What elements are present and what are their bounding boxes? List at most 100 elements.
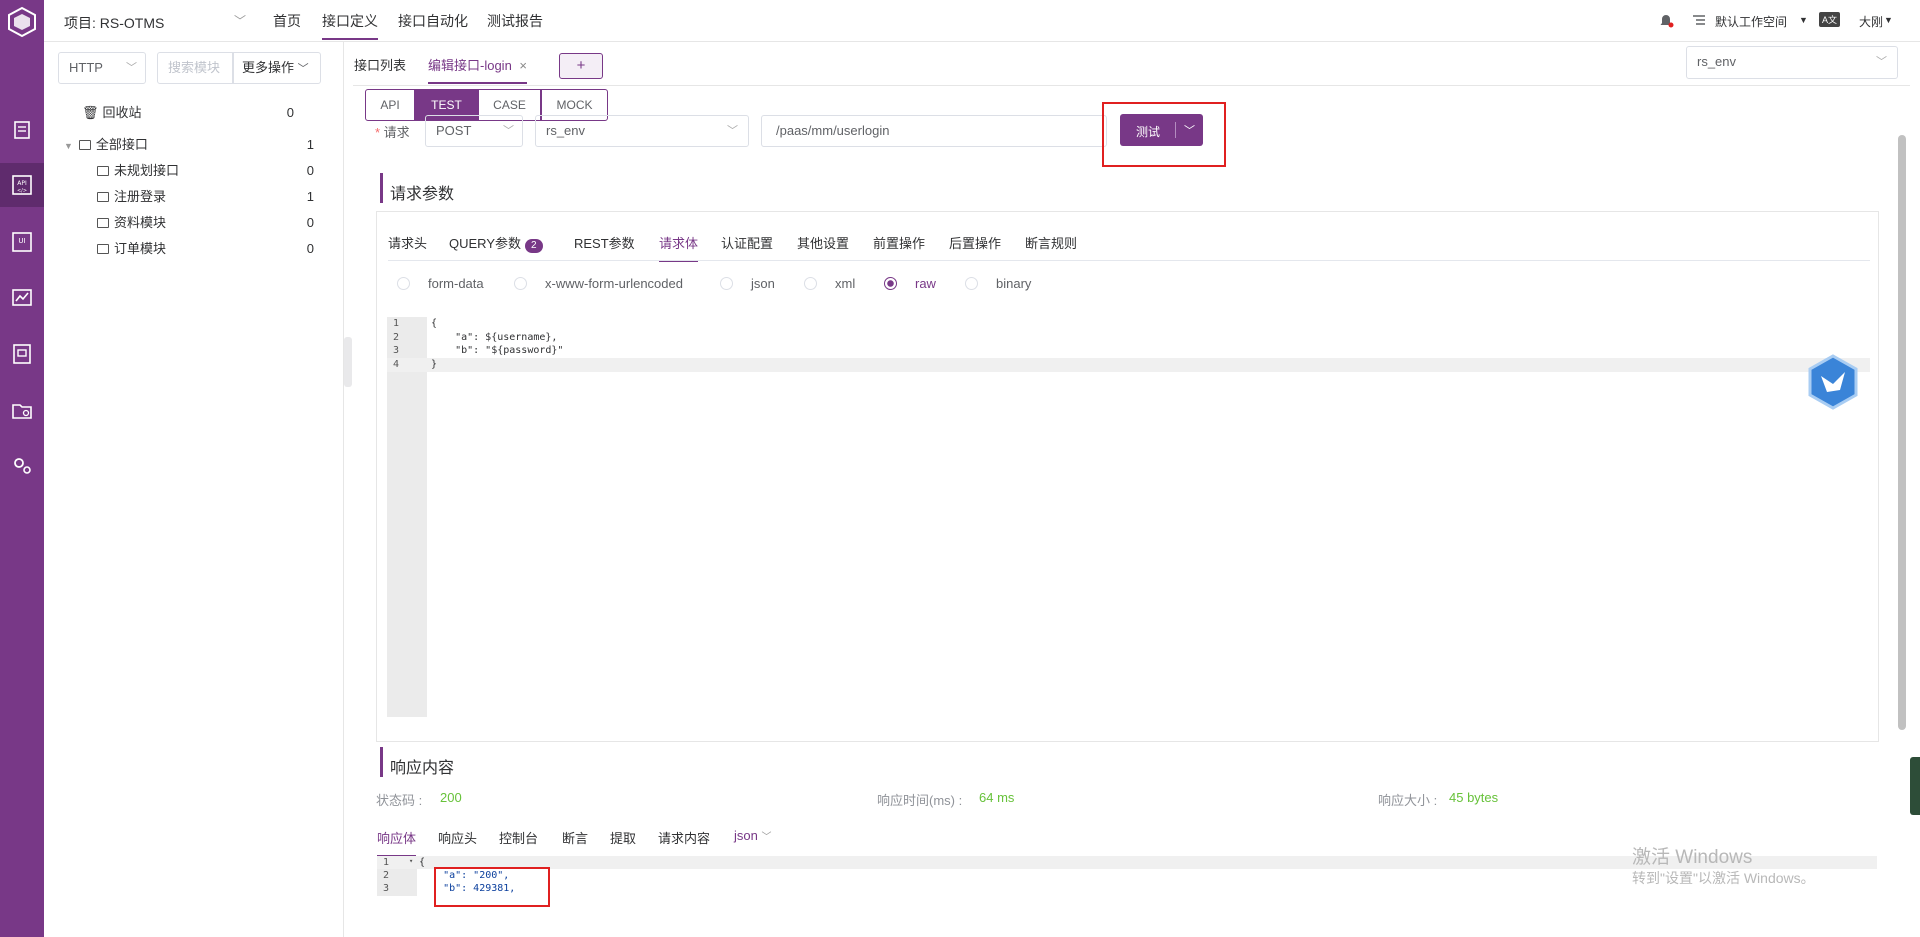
chevron-down-icon: ﹀ (126, 62, 137, 74)
tree-label: 未规划接口 (114, 163, 180, 178)
tab-extract[interactable]: 提取 (610, 828, 636, 847)
request-label: * 请求 (375, 125, 410, 140)
nav-performance-icon[interactable] (0, 276, 44, 320)
tab-assertions[interactable]: 断言规则 (1025, 233, 1077, 252)
assistant-bird-icon[interactable] (1807, 354, 1859, 410)
nav-track-icon[interactable] (0, 108, 44, 152)
response-size-value: 45 bytes (1449, 790, 1499, 805)
tab-api-list[interactable]: 接口列表 (354, 55, 406, 74)
tab-body[interactable]: 请求体 (659, 233, 699, 262)
radio-label: json (751, 276, 775, 291)
tab-response-body[interactable]: 响应体 (377, 828, 417, 857)
chevron-down-icon: ﹀ (1876, 56, 1887, 68)
response-time-label: 响应时间(ms) : (877, 793, 963, 808)
radio-label: binary (996, 276, 1032, 291)
side-widget-handle[interactable] (1910, 757, 1920, 815)
request-path-input[interactable]: /paas/mm/userlogin (761, 115, 1107, 147)
radio-binary[interactable]: binary (965, 276, 1031, 291)
nav-api-icon[interactable]: API </> (0, 163, 44, 207)
folder-icon (97, 166, 109, 176)
radio-urlencoded[interactable]: x-www-form-urlencoded (514, 276, 683, 291)
tab-edit-login[interactable]: 编辑接口-login × (428, 48, 528, 84)
tree-label: 资料模块 (114, 215, 167, 230)
nav-api-definition[interactable]: 接口定义 (322, 0, 378, 40)
radio-raw[interactable]: raw (884, 276, 936, 291)
tree-item-register-login[interactable]: 注册登录 1 (44, 185, 334, 209)
request-env-select[interactable]: rs_env ﹀ (535, 115, 749, 147)
tab-request-content[interactable]: 请求内容 (658, 828, 710, 847)
chevron-down-icon: ﹀ (297, 63, 309, 75)
protocol-select[interactable]: HTTP ﹀ (58, 52, 146, 84)
project-selector[interactable]: 项目: RS-OTMS (64, 13, 164, 33)
svg-text:UI: UI (18, 237, 25, 245)
activation-watermark-title: 激活 Windows (1632, 847, 1753, 868)
radio-dot (397, 277, 410, 290)
tab-assertion[interactable]: 断言 (562, 828, 588, 847)
radio-label: x-www-form-urlencoded (545, 276, 683, 291)
radio-dot (720, 277, 733, 290)
mode-api[interactable]: API (365, 89, 415, 121)
folder-icon (97, 192, 109, 202)
workspace-icon (1692, 13, 1706, 30)
tab-response-headers[interactable]: 响应头 (438, 828, 477, 847)
tree-item-order[interactable]: 订单模块 0 (44, 237, 334, 261)
module-search-input[interactable]: 搜索模块 (157, 52, 233, 84)
nav-project-icon[interactable] (0, 388, 44, 432)
tree-item-unplanned[interactable]: 未规划接口 0 (44, 159, 334, 183)
line-number: 3 (382, 883, 389, 894)
nav-home[interactable]: 首页 (273, 0, 301, 42)
response-size-label: 响应大小 : (1378, 793, 1438, 808)
environment-select[interactable]: rs_env ﹀ (1686, 46, 1898, 79)
nav-api-automation[interactable]: 接口自动化 (398, 0, 468, 42)
tab-pre-ops[interactable]: 前置操作 (873, 233, 925, 252)
app-logo-icon[interactable] (6, 6, 38, 38)
tree-item-profile[interactable]: 资料模块 0 (44, 211, 334, 235)
notification-bell-icon[interactable] (1658, 13, 1674, 32)
radio-dot (965, 277, 978, 290)
user-menu[interactable]: 大刚 (1859, 13, 1883, 30)
language-icon[interactable]: A文 (1819, 12, 1841, 27)
scrollbar[interactable] (1898, 135, 1906, 730)
tree-item-recycle[interactable]: 🗑 回收站 0 (44, 101, 334, 125)
format-select[interactable]: json ﹀ (734, 828, 771, 843)
nav-test-report[interactable]: 测试报告 (487, 0, 543, 42)
caret-down-icon[interactable]: ▼ (1799, 15, 1808, 25)
section-marker (380, 747, 383, 777)
radio-label: form-data (428, 276, 484, 291)
tab-other-settings[interactable]: 其他设置 (797, 233, 849, 252)
sidebar-collapse-handle[interactable] (344, 337, 352, 387)
tab-auth[interactable]: 认证配置 (721, 233, 773, 252)
add-tab-button[interactable]: + (559, 53, 603, 79)
tree-item-all[interactable]: ▼ 全部接口 1 (44, 133, 334, 157)
code-line: } (431, 359, 438, 370)
response-time-value: 64 ms (979, 790, 1015, 805)
nav-ui-icon[interactable]: UI (0, 220, 44, 264)
request-body-editor[interactable]: 1 2 3 4 { "a": ${username}, "b": "${pass… (387, 317, 1870, 717)
tree-count: 0 (286, 105, 294, 120)
highlight-box (1102, 102, 1226, 167)
radio-xml[interactable]: xml (804, 276, 855, 291)
folder-icon (97, 244, 109, 254)
tab-post-ops[interactable]: 后置操作 (949, 233, 1001, 252)
chevron-down-icon[interactable]: ﹀ (234, 12, 246, 29)
more-operations-button[interactable]: 更多操作 ﹀ (233, 52, 321, 84)
method-select[interactable]: POST ﹀ (425, 115, 523, 147)
line-number: 1 (382, 857, 389, 868)
divider (353, 85, 1910, 86)
fold-caret-icon[interactable]: ▾ (409, 857, 413, 865)
tab-headers[interactable]: 请求头 (388, 233, 427, 252)
line-number: 2 (392, 332, 399, 343)
tab-rest[interactable]: REST参数 (574, 233, 635, 252)
nav-settings-icon[interactable] (0, 444, 44, 488)
tab-console[interactable]: 控制台 (499, 828, 538, 847)
tab-query[interactable]: QUERY参数 2 (449, 233, 543, 253)
workspace-selector[interactable]: 默认工作空间 (1715, 13, 1787, 30)
radio-json[interactable]: json (720, 276, 775, 291)
caret-down-icon[interactable]: ▼ (1884, 15, 1893, 25)
caret-down-icon[interactable]: ▼ (64, 141, 73, 151)
nav-report-icon[interactable] (0, 332, 44, 376)
radio-form-data[interactable]: form-data (397, 276, 484, 291)
close-icon[interactable]: × (519, 58, 527, 73)
tab-query-label: QUERY参数 (449, 236, 521, 251)
code-line: "b": "${password}" (431, 345, 564, 356)
